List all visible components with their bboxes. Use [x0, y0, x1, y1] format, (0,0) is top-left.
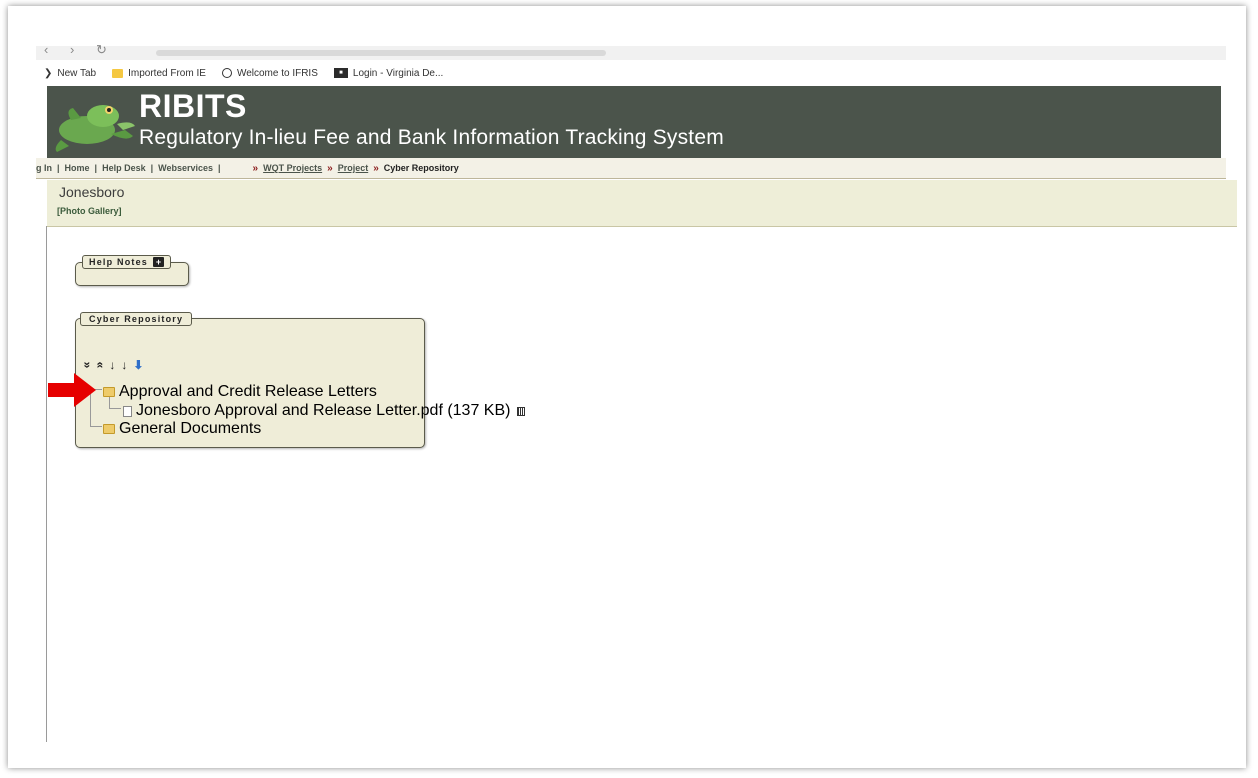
- bookmark-imported-from-ie[interactable]: Imported From IE: [112, 68, 206, 79]
- cyber-repository-panel: Cyber Repository » « ↓ ↓ ⬇ Approval and …: [75, 312, 526, 448]
- collapse-all-icon[interactable]: «: [93, 362, 107, 369]
- sort-ascending-icon[interactable]: ↓: [109, 359, 115, 371]
- bookmark-new-tab[interactable]: ❯ New Tab: [44, 68, 96, 79]
- folder-icon: [103, 387, 115, 397]
- tree-file-approval-letter[interactable]: Jonesboro Approval and Release Letter.pd…: [123, 402, 526, 420]
- repository-toolbar: » « ↓ ↓ ⬇: [80, 359, 143, 371]
- help-notes-label: Help Notes: [89, 257, 149, 267]
- help-notes-legend[interactable]: Help Notes +: [82, 255, 172, 269]
- sort-descending-icon[interactable]: ↓: [121, 359, 127, 371]
- home-link[interactable]: Home: [65, 163, 90, 173]
- breadcrumb-project[interactable]: Project: [338, 163, 369, 173]
- address-text: [156, 50, 606, 56]
- cyber-repository-legend: Cyber Repository: [80, 312, 193, 326]
- expand-plus-icon[interactable]: +: [153, 257, 165, 267]
- tree-line: [109, 408, 121, 409]
- breadcrumb-chevron-icon: »: [373, 162, 379, 174]
- bookmarks-bar: ❯ New Tab Imported From IE Welcome to IF…: [44, 64, 451, 82]
- document-icon: [123, 405, 132, 417]
- breadcrumb-chevron-icon: »: [252, 162, 259, 174]
- folder-label: Approval and Credit Release Letters: [119, 383, 377, 400]
- nav-separator: |: [94, 163, 98, 173]
- help-desk-link[interactable]: Help Desk: [102, 163, 146, 173]
- photo-gallery-link[interactable]: Photo Gallery: [60, 206, 119, 216]
- bracket-close: ]: [118, 206, 122, 216]
- tree-folder-general[interactable]: General Documents: [103, 420, 261, 438]
- forward-icon[interactable]: ›: [70, 42, 74, 57]
- breadcrumb-current: Cyber Repository: [383, 163, 459, 173]
- reload-icon[interactable]: ↻: [96, 42, 107, 58]
- top-nav: g In | Home | Help Desk | Webservices | …: [36, 158, 1226, 179]
- webservices-link[interactable]: Webservices: [158, 163, 213, 173]
- nav-separator: |: [57, 163, 60, 173]
- breadcrumb-chevron-icon: »: [327, 162, 333, 174]
- content-left-border: [46, 226, 47, 742]
- help-notes-panel: Help Notes +: [75, 255, 189, 286]
- expand-all-icon[interactable]: »: [80, 362, 94, 369]
- tree-line: [90, 426, 102, 427]
- app-title: RIBITS: [139, 88, 247, 124]
- app-subtitle: Regulatory In-lieu Fee and Bank Informat…: [139, 126, 724, 149]
- project-name: Jonesboro: [59, 184, 125, 200]
- photo-gallery-link-wrap: [Photo Gallery]: [57, 206, 122, 216]
- download-icon[interactable]: ⬇: [133, 359, 143, 371]
- nav-separator: |: [150, 163, 154, 173]
- bookmark-welcome-ifris[interactable]: Welcome to IFRIS: [221, 68, 318, 79]
- nav-separator: |: [218, 163, 221, 173]
- folder-label: General Documents: [119, 420, 262, 437]
- tab-icon: ❯: [44, 67, 53, 79]
- file-label[interactable]: Jonesboro Approval and Release Letter.pd…: [136, 402, 510, 420]
- breadcrumb-wqt-projects[interactable]: WQT Projects: [263, 163, 322, 173]
- delete-icon[interactable]: [517, 406, 526, 416]
- address-bar[interactable]: [36, 46, 1226, 60]
- header-banner: RIBITS Regulatory In-lieu Fee and Bank I…: [47, 86, 1221, 158]
- frog-logo-icon: [55, 105, 135, 152]
- globe-icon: [221, 68, 232, 78]
- project-header: Jonesboro [Photo Gallery]: [47, 180, 1237, 227]
- red-arrow-icon: [48, 373, 96, 407]
- bookmark-login-virginia[interactable]: ■ Login - Virginia De...: [333, 68, 443, 79]
- login-link[interactable]: g In: [36, 163, 52, 173]
- folder-icon: [112, 68, 124, 78]
- login-icon: ■: [333, 68, 348, 78]
- tree-folder-approval[interactable]: Approval and Credit Release Letters: [103, 383, 377, 401]
- back-icon[interactable]: ‹: [44, 42, 48, 57]
- screenshot-frame: ‹ › ↻ ❯ New Tab Imported From IE Welcome…: [8, 6, 1246, 768]
- folder-icon: [103, 424, 115, 434]
